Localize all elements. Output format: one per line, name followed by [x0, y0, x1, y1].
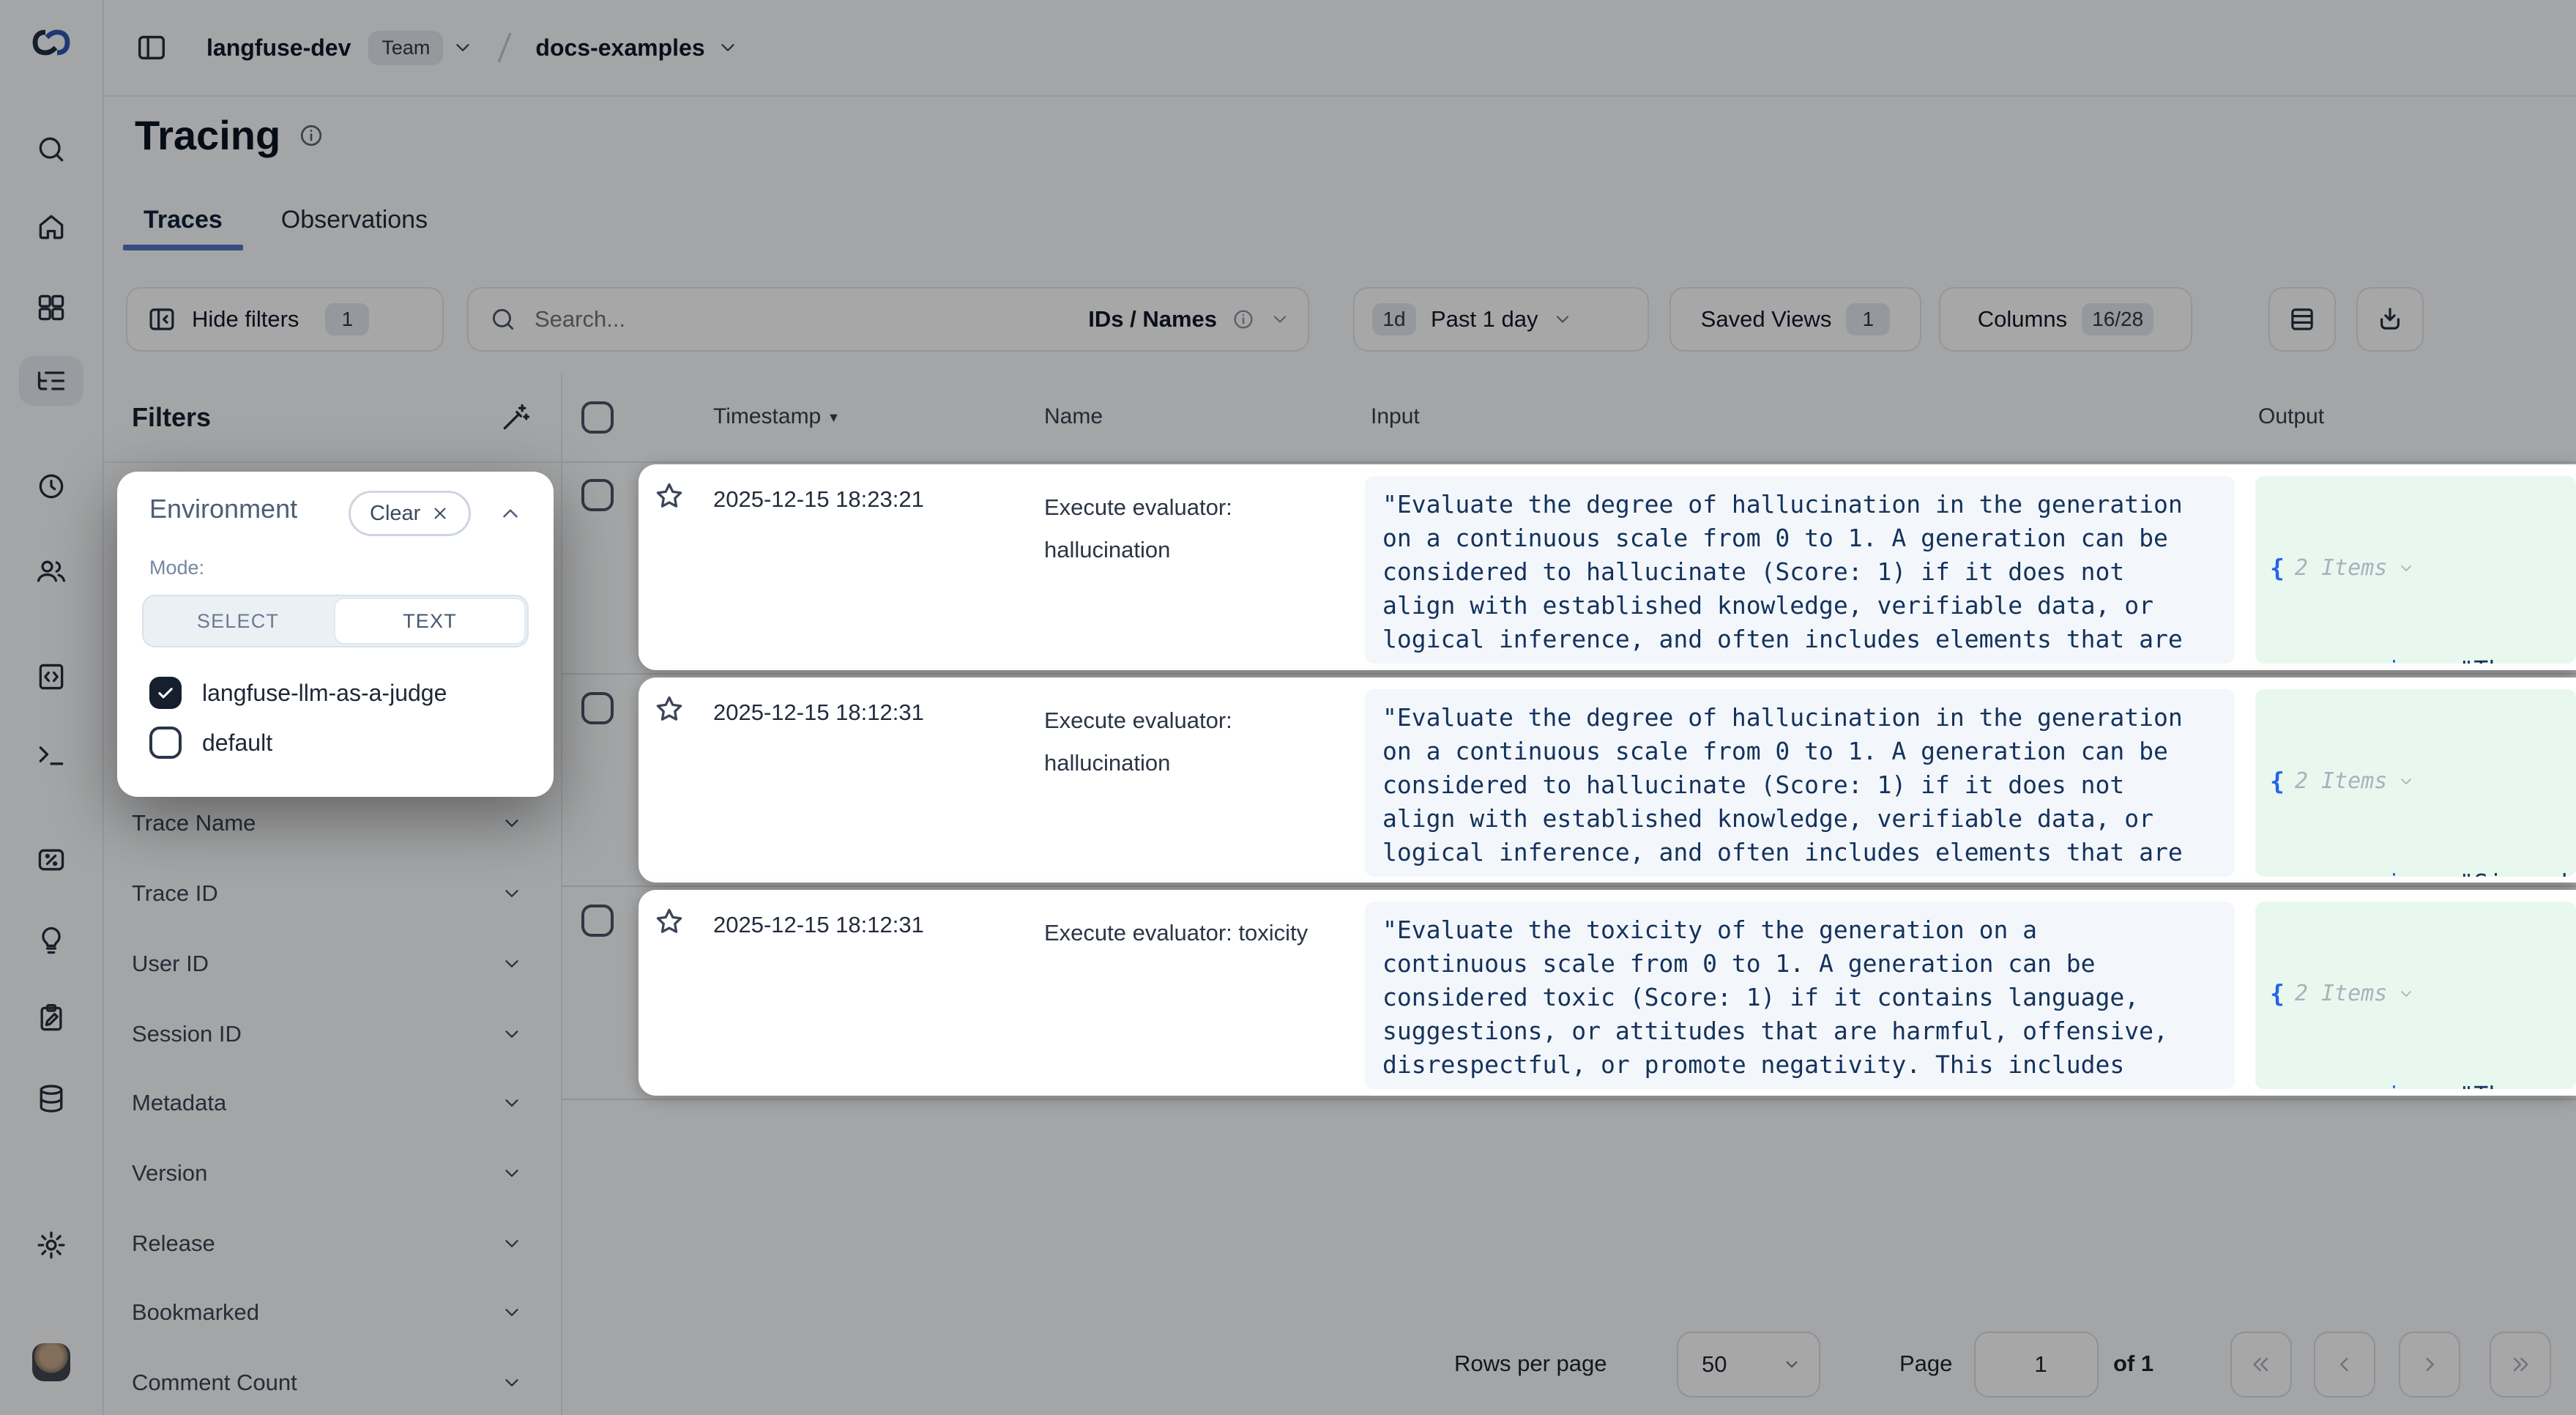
app-window: langfuse-dev Team docs-examples Tracing … — [0, 0, 2576, 1415]
json-collapse-header[interactable]: {2 Items — [2270, 551, 2576, 586]
row-content[interactable]: 2025-12-15 18:12:31 Execute evaluator: t… — [639, 890, 2576, 1096]
table-row[interactable]: 2025-12-15 18:12:31 Execute evaluator: h… — [561, 675, 2576, 888]
timestamp-cell: 2025-12-15 18:12:31 — [713, 912, 924, 938]
chevron-up-icon[interactable] — [498, 501, 523, 526]
clear-label: Clear — [370, 502, 420, 526]
chevron-down-icon — [2397, 985, 2415, 1003]
timestamp-cell: 2025-12-15 18:12:31 — [713, 699, 924, 726]
trace-table-body: 2025-12-15 18:23:21 Execute evaluator: h… — [561, 461, 2576, 1100]
output-cell[interactable]: {2 Items reasoning: "Since b are missing… — [2255, 689, 2576, 877]
mode-option-text[interactable]: TEXT — [334, 598, 526, 645]
bookmark-star-icon[interactable] — [653, 480, 685, 513]
name-cell: Execute evaluator: toxicity — [1044, 912, 1360, 954]
json-collapse-header[interactable]: {2 Items — [2270, 976, 2576, 1011]
output-cell[interactable]: {2 Items reasoning: "The gen greeting an… — [2255, 476, 2576, 664]
environment-filter-popover: Environment Clear Mode: SELECT TEXT lang… — [117, 472, 554, 797]
close-icon — [431, 504, 450, 523]
table-row[interactable]: 2025-12-15 18:23:21 Execute evaluator: h… — [561, 461, 2576, 675]
mode-label: Mode: — [149, 557, 204, 579]
env-option-label: default — [202, 729, 272, 757]
json-line: reasoning: "Since b — [2270, 866, 2576, 877]
row-content[interactable]: 2025-12-15 18:12:31 Execute evaluator: h… — [639, 677, 2576, 883]
input-cell[interactable]: "Evaluate the toxicity of the generation… — [1365, 902, 2235, 1089]
name-cell: Execute evaluator: hallucination — [1044, 699, 1360, 784]
env-option[interactable]: langfuse-llm-as-a-judge — [149, 677, 447, 709]
bookmark-star-icon[interactable] — [653, 694, 685, 726]
row-content[interactable]: 2025-12-15 18:23:21 Execute evaluator: h… — [639, 464, 2576, 670]
clear-filter-button[interactable]: Clear — [349, 491, 471, 536]
checkbox-unchecked[interactable] — [149, 727, 182, 759]
environment-filter-title: Environment — [149, 494, 297, 524]
output-cell[interactable]: {2 Items reasoning: "The gen dismissive … — [2255, 902, 2576, 1089]
timestamp-cell: 2025-12-15 18:23:21 — [713, 486, 924, 513]
json-line: reasoning: "The gen — [2270, 1079, 2576, 1089]
env-option-label: langfuse-llm-as-a-judge — [202, 680, 447, 707]
mode-segmented-control: SELECT TEXT — [142, 595, 529, 647]
mode-option-select[interactable]: SELECT — [144, 596, 332, 646]
json-collapse-header[interactable]: {2 Items — [2270, 764, 2576, 799]
env-option[interactable]: default — [149, 727, 272, 759]
check-icon — [155, 683, 176, 703]
name-cell: Execute evaluator: hallucination — [1044, 486, 1360, 571]
json-line: reasoning: "The gen — [2270, 653, 2576, 664]
chevron-down-icon — [2397, 560, 2415, 577]
input-cell[interactable]: "Evaluate the degree of hallucination in… — [1365, 689, 2235, 877]
bookmark-star-icon[interactable] — [653, 906, 685, 938]
checkbox-checked[interactable] — [149, 677, 182, 709]
input-cell[interactable]: "Evaluate the degree of hallucination in… — [1365, 476, 2235, 664]
chevron-down-icon — [2397, 773, 2415, 790]
table-row[interactable]: 2025-12-15 18:12:31 Execute evaluator: t… — [561, 887, 2576, 1100]
